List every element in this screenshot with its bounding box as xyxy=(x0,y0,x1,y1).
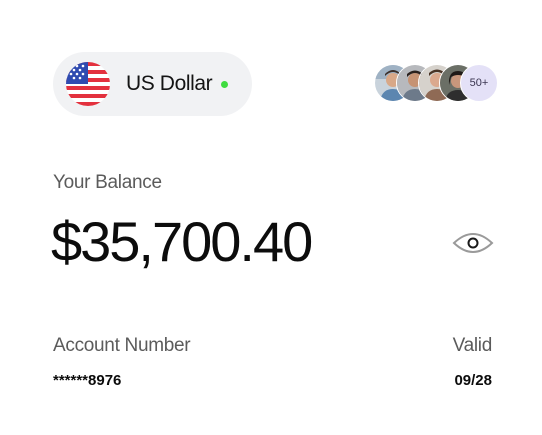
toggle-balance-visibility-button[interactable] xyxy=(451,227,495,259)
balance-card: US Dollar 50+ Your Balance $35,700.40 Ac… xyxy=(0,0,542,435)
member-avatars[interactable]: 50+ xyxy=(374,64,498,102)
currency-name: US Dollar xyxy=(126,72,213,95)
account-number-value: ******8976 xyxy=(53,372,122,389)
valid-date-value: 09/28 xyxy=(454,372,492,389)
status-indicator xyxy=(221,81,228,88)
us-flag-icon xyxy=(66,62,110,106)
account-number-label: Account Number xyxy=(53,335,191,356)
balance-label: Your Balance xyxy=(53,172,162,193)
currency-selector[interactable]: US Dollar xyxy=(53,52,252,116)
eye-icon xyxy=(452,233,494,253)
balance-amount: $35,700.40 xyxy=(51,210,313,273)
valid-label: Valid xyxy=(452,335,493,356)
more-members-badge[interactable]: 50+ xyxy=(460,64,498,102)
more-members-count: 50+ xyxy=(469,77,489,89)
